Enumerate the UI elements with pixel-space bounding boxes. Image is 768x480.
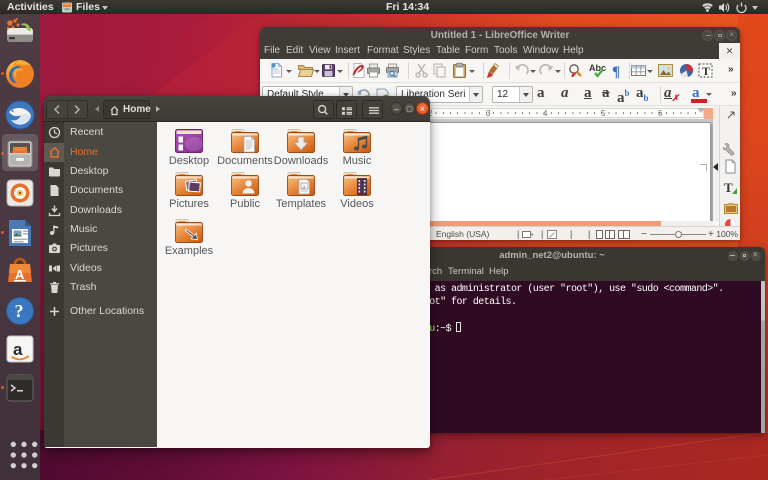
svg-text:Abc: Abc [589, 63, 606, 73]
svg-text:T: T [702, 64, 710, 78]
svg-text:a: a [303, 185, 306, 191]
svg-text:?: ? [15, 301, 24, 321]
svg-text:T: T [724, 180, 733, 195]
svg-text:A: A [15, 267, 25, 282]
svg-text:a: a [13, 340, 23, 359]
svg-text:¶: ¶ [612, 64, 620, 79]
